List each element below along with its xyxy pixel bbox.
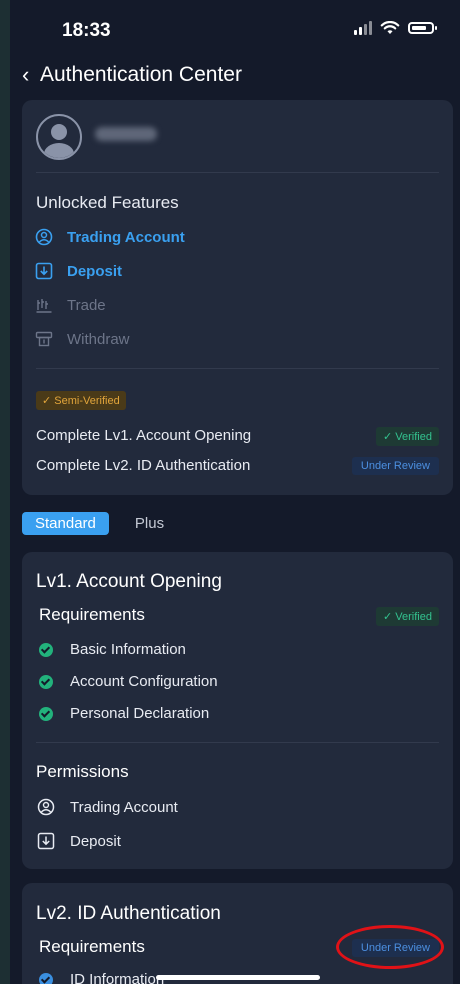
back-chevron-icon[interactable]: ‹ (22, 62, 29, 88)
avatar (36, 114, 82, 160)
deposit-icon (34, 261, 54, 281)
level-tabs: Standard Plus (22, 512, 164, 535)
requirement-label: Account Configuration (70, 673, 218, 690)
feature-label: Trading Account (67, 228, 185, 246)
semi-verified-badge: ✓ Semi-Verified (36, 391, 126, 410)
deposit-icon (36, 831, 56, 851)
tab-plus[interactable]: Plus (135, 515, 164, 532)
lv2-title: Lv2. ID Authentication (36, 903, 221, 924)
verified-badge: ✓ Verified (376, 427, 439, 446)
profile-card: Unlocked Features Trading Account Deposi… (22, 100, 453, 495)
feature-label: Trade (67, 296, 106, 314)
requirement-item: Account Configuration (39, 673, 218, 690)
withdraw-icon (34, 329, 54, 349)
lv1-card: Lv1. Account Opening Requirements ✓ Veri… (22, 552, 453, 869)
feature-withdraw: Withdraw (34, 329, 130, 349)
divider (36, 172, 439, 173)
feature-label: Withdraw (67, 330, 130, 348)
badge-label: Verified (395, 431, 432, 443)
requirement-item: Basic Information (39, 641, 186, 658)
app-screen: 18:33 ‹ Authentication Center Unlocked F… (10, 0, 460, 984)
home-indicator (156, 975, 320, 980)
divider (36, 368, 439, 369)
check-circle-icon (39, 674, 53, 689)
highlight-annotation-ring (336, 925, 444, 969)
badge-label: Verified (395, 611, 432, 623)
lv1-requirements-label: Requirements (39, 605, 145, 624)
permission-trading-account: Trading Account (36, 797, 178, 817)
status-time: 18:33 (62, 20, 111, 41)
battery-icon (408, 22, 437, 34)
requirement-label: Personal Declaration (70, 705, 210, 722)
user-circle-icon (34, 227, 54, 247)
verified-badge: ✓ Verified (376, 607, 439, 626)
status-row-lv2: Complete Lv2. ID Authentication (36, 457, 251, 474)
permission-label: Deposit (70, 832, 121, 850)
chart-icon (34, 295, 54, 315)
tab-standard[interactable]: Standard (22, 512, 109, 535)
user-circle-icon (36, 797, 56, 817)
page-title: Authentication Center (40, 63, 242, 86)
signal-icon (354, 21, 372, 35)
check-circle-icon (39, 972, 53, 984)
requirement-label: ID Information (70, 971, 165, 984)
permissions-label: Permissions (36, 762, 129, 781)
badge-label: Semi-Verified (54, 395, 120, 407)
username-blurred (95, 127, 157, 141)
requirement-item: ID Information (39, 971, 164, 984)
permission-deposit: Deposit (36, 831, 121, 851)
under-review-badge: Under Review (351, 457, 439, 475)
nav-bar: ‹ Authentication Center (10, 60, 460, 96)
permission-label: Trading Account (70, 798, 178, 816)
wifi-icon (380, 21, 400, 34)
status-row-lv1: Complete Lv1. Account Opening (36, 427, 252, 444)
feature-label: Deposit (67, 262, 123, 280)
lv2-requirements-label: Requirements (39, 937, 145, 956)
check-circle-icon (39, 706, 53, 721)
feature-deposit[interactable]: Deposit (34, 261, 122, 281)
feature-trade: Trade (34, 295, 106, 315)
lv1-title: Lv1. Account Opening (36, 571, 222, 592)
requirement-label: Basic Information (70, 641, 186, 658)
divider (36, 742, 439, 743)
unlocked-features-title: Unlocked Features (36, 193, 179, 212)
check-circle-icon (39, 642, 53, 657)
status-bar: 18:33 (10, 0, 460, 58)
feature-trading-account[interactable]: Trading Account (34, 227, 185, 247)
requirement-item: Personal Declaration (39, 705, 209, 722)
